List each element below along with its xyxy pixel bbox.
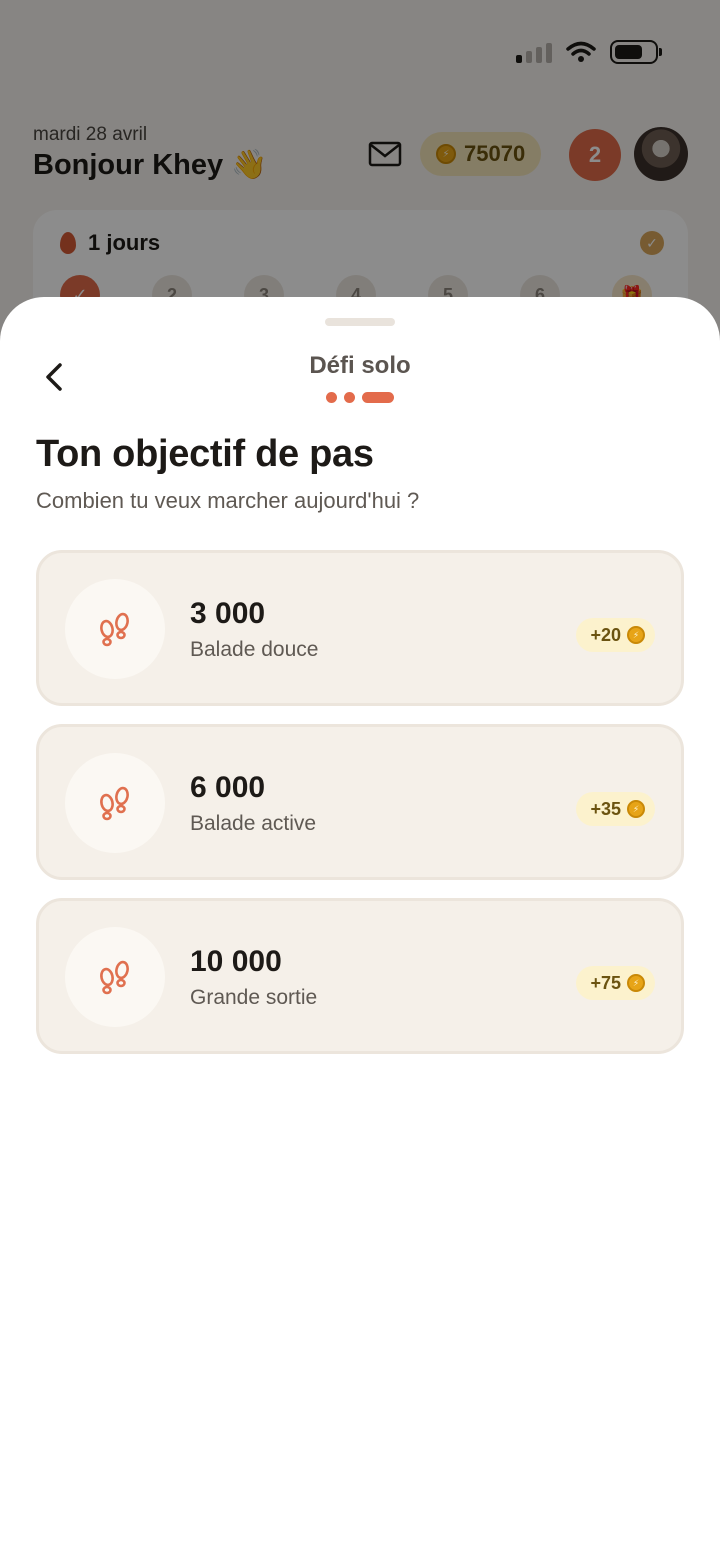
reward-badge: +20 ⚡ xyxy=(576,618,655,652)
goal-label: Balade douce xyxy=(190,638,319,661)
step-dot xyxy=(326,392,337,403)
footprints-icon xyxy=(65,927,165,1027)
goal-option-3000[interactable]: 3 000 Balade douce +20 ⚡ xyxy=(36,550,684,706)
footprints-icon xyxy=(65,579,165,679)
bottom-sheet: Défi solo Ton objectif de pas Combien tu… xyxy=(0,297,720,1566)
footprints-icon xyxy=(65,753,165,853)
sheet-title: Défi solo xyxy=(309,352,411,379)
page-subtitle: Combien tu veux marcher aujourd'hui ? xyxy=(36,488,420,513)
reward-badge: +75 ⚡ xyxy=(576,966,655,1000)
goal-label: Balade active xyxy=(190,812,317,835)
reward-value: +20 xyxy=(590,624,621,645)
coin-icon: ⚡ xyxy=(627,974,645,992)
coin-icon: ⚡ xyxy=(627,800,645,818)
goal-steps: 10 000 xyxy=(190,945,282,978)
step-indicator xyxy=(326,392,394,403)
reward-value: +75 xyxy=(590,972,621,993)
sheet-grabber[interactable] xyxy=(325,318,395,326)
goal-steps: 6 000 xyxy=(190,771,266,804)
goal-label: Grande sortie xyxy=(190,986,318,1009)
goal-option-10000[interactable]: 10 000 Grande sortie +75 ⚡ xyxy=(36,898,684,1054)
step-dot xyxy=(344,392,355,403)
reward-value: +35 xyxy=(590,798,621,819)
step-dot-active xyxy=(362,392,394,403)
coin-icon: ⚡ xyxy=(627,626,645,644)
reward-badge: +35 ⚡ xyxy=(576,792,655,826)
goal-options: 3 000 Balade douce +20 ⚡ 6 000 Balade ac… xyxy=(36,550,684,1072)
goal-option-6000[interactable]: 6 000 Balade active +35 ⚡ xyxy=(36,724,684,880)
goal-steps: 3 000 xyxy=(190,597,266,630)
page-title: Ton objectif de pas xyxy=(36,433,374,475)
